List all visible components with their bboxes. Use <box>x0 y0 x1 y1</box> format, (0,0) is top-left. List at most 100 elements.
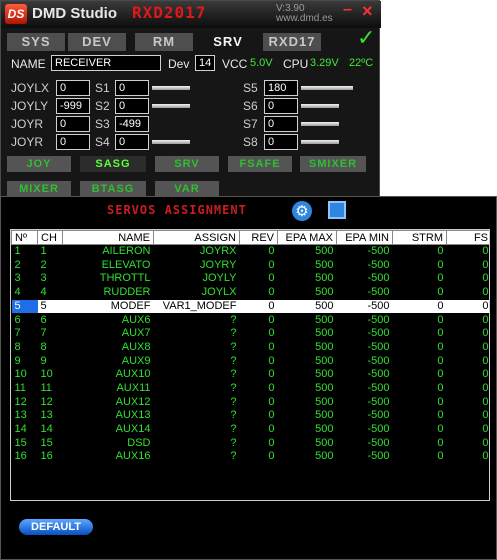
joy-field-2[interactable]: -999 <box>56 98 90 114</box>
cell-fs[interactable]: 0 <box>446 298 489 314</box>
cell-epa-max[interactable]: 500 <box>278 341 337 355</box>
servo-field-s8[interactable]: 0 <box>264 134 298 150</box>
cell-num[interactable]: 7 <box>12 327 38 341</box>
servo-field-s2[interactable]: 0 <box>115 98 149 114</box>
cell-rev[interactable]: 0 <box>240 395 278 409</box>
col-header-num[interactable]: Nº <box>11 230 38 245</box>
cell-rev[interactable]: 0 <box>240 423 278 437</box>
joy-field-3[interactable]: 0 <box>56 116 90 132</box>
cell-num[interactable]: 15 <box>12 436 38 450</box>
cell-name[interactable]: AUX10 <box>63 368 154 382</box>
cell-ch[interactable]: 11 <box>38 382 63 396</box>
cell-assign[interactable]: JOYRX <box>154 245 240 259</box>
cell-epa-max[interactable]: 500 <box>277 298 337 314</box>
cell-name[interactable]: AUX8 <box>63 341 154 355</box>
cell-assign[interactable]: ? <box>154 423 240 437</box>
cell-name[interactable]: AUX11 <box>63 382 154 396</box>
table-row[interactable]: 8 8 AUX8? 0 500 -500 0 0 <box>12 341 490 355</box>
cell-name[interactable]: AUX13 <box>63 409 154 423</box>
tab-dev[interactable]: DEV <box>68 33 126 51</box>
cell-fs[interactable]: 0 <box>447 354 490 368</box>
tab-sys[interactable]: SYS <box>7 33 65 51</box>
cell-fs[interactable]: 0 <box>447 450 490 464</box>
cell-num[interactable]: 5 <box>11 298 38 314</box>
cell-epa-min[interactable]: -500 <box>337 409 393 423</box>
cell-strm[interactable]: 0 <box>393 382 447 396</box>
cell-ch[interactable]: 7 <box>38 327 63 341</box>
tab-srv[interactable]: SRV <box>199 33 257 51</box>
cell-rev[interactable]: 0 <box>240 382 278 396</box>
cell-name[interactable]: MODEF <box>62 298 154 314</box>
col-header-assign[interactable]: ASSIGN <box>153 230 240 245</box>
table-row[interactable]: 15 15 DSD? 0 500 -500 0 0 <box>12 436 490 450</box>
cell-strm[interactable]: 0 <box>393 327 447 341</box>
cell-epa-max[interactable]: 500 <box>278 286 337 300</box>
cell-ch[interactable]: 6 <box>38 313 63 327</box>
table-row[interactable]: 16 16 AUX16? 0 500 -500 0 0 <box>12 450 490 464</box>
cell-name[interactable]: AUX9 <box>63 354 154 368</box>
table-row[interactable]: 5 5 MODEF VAR1_MODEF 0 500 -500 0 0 <box>11 298 489 314</box>
cell-assign[interactable]: ? <box>154 327 240 341</box>
subnav-sasg-button[interactable]: SASG <box>80 156 146 172</box>
cell-name[interactable]: RUDDER <box>63 286 154 300</box>
cell-num[interactable]: 8 <box>12 341 38 355</box>
servo-field-s5[interactable]: 180 <box>264 80 298 96</box>
cell-epa-min[interactable]: -500 <box>337 436 393 450</box>
cell-rev[interactable]: 0 <box>240 450 278 464</box>
servo-field-s3[interactable]: -499 <box>115 116 149 132</box>
table-row[interactable]: 10 10 AUX10? 0 500 -500 0 0 <box>12 368 490 382</box>
col-header-strm[interactable]: STRM <box>392 230 447 245</box>
servo-field-s1[interactable]: 0 <box>115 80 149 96</box>
cell-rev[interactable]: 0 <box>240 313 278 327</box>
cell-assign[interactable]: JOYLX <box>154 286 240 300</box>
cell-name[interactable]: AILERON <box>63 245 154 259</box>
cell-num[interactable]: 10 <box>12 368 38 382</box>
cell-name[interactable]: AUX16 <box>63 450 154 464</box>
cell-assign[interactable]: ? <box>154 313 240 327</box>
cell-num[interactable]: 9 <box>12 354 38 368</box>
cell-assign[interactable]: VAR1_MODEF <box>153 298 240 314</box>
cell-epa-min[interactable]: -500 <box>337 245 393 259</box>
cell-ch[interactable]: 1 <box>38 245 63 259</box>
cell-name[interactable]: THROTTL <box>63 272 154 286</box>
cell-ch[interactable]: 15 <box>38 436 63 450</box>
cell-ch[interactable]: 4 <box>38 286 63 300</box>
cell-ch[interactable]: 10 <box>38 368 63 382</box>
cell-fs[interactable]: 0 <box>447 327 490 341</box>
tab-rm[interactable]: RM <box>135 33 193 51</box>
cell-strm[interactable]: 0 <box>393 450 447 464</box>
cell-epa-max[interactable]: 500 <box>278 450 337 464</box>
cell-epa-min[interactable]: -500 <box>337 341 393 355</box>
cell-rev[interactable]: 0 <box>240 286 278 300</box>
tab-rxd17[interactable]: RXD17 <box>263 33 321 51</box>
cell-assign[interactable]: JOYLY <box>154 272 240 286</box>
table-row[interactable]: 9 9 AUX9? 0 500 -500 0 0 <box>12 354 490 368</box>
cell-rev[interactable]: 0 <box>240 409 278 423</box>
cell-rev[interactable]: 0 <box>240 272 278 286</box>
col-header-rev[interactable]: REV <box>239 230 278 245</box>
cell-num[interactable]: 13 <box>12 409 38 423</box>
cell-fs[interactable]: 0 <box>447 313 490 327</box>
col-header-name[interactable]: NAME <box>62 230 154 245</box>
cell-fs[interactable]: 0 <box>447 368 490 382</box>
cell-num[interactable]: 14 <box>12 423 38 437</box>
cell-strm[interactable]: 0 <box>392 298 447 314</box>
cell-epa-min[interactable]: -500 <box>337 395 393 409</box>
cell-ch[interactable]: 14 <box>38 423 63 437</box>
cell-fs[interactable]: 0 <box>447 423 490 437</box>
cell-fs[interactable]: 0 <box>447 341 490 355</box>
cell-name[interactable]: AUX7 <box>63 327 154 341</box>
cell-fs[interactable]: 0 <box>447 395 490 409</box>
table-row[interactable]: 14 14 AUX14? 0 500 -500 0 0 <box>12 423 490 437</box>
cell-rev[interactable]: 0 <box>240 245 278 259</box>
cell-epa-max[interactable]: 500 <box>278 423 337 437</box>
cell-assign[interactable]: ? <box>154 382 240 396</box>
cell-strm[interactable]: 0 <box>393 423 447 437</box>
cell-assign[interactable]: ? <box>154 450 240 464</box>
cell-ch[interactable]: 2 <box>38 258 63 272</box>
cell-ch[interactable]: 13 <box>38 409 63 423</box>
cell-ch[interactable]: 16 <box>38 450 63 464</box>
cell-assign[interactable]: ? <box>154 341 240 355</box>
cell-name[interactable]: AUX6 <box>63 313 154 327</box>
gear-icon[interactable]: ⚙ <box>292 201 312 221</box>
